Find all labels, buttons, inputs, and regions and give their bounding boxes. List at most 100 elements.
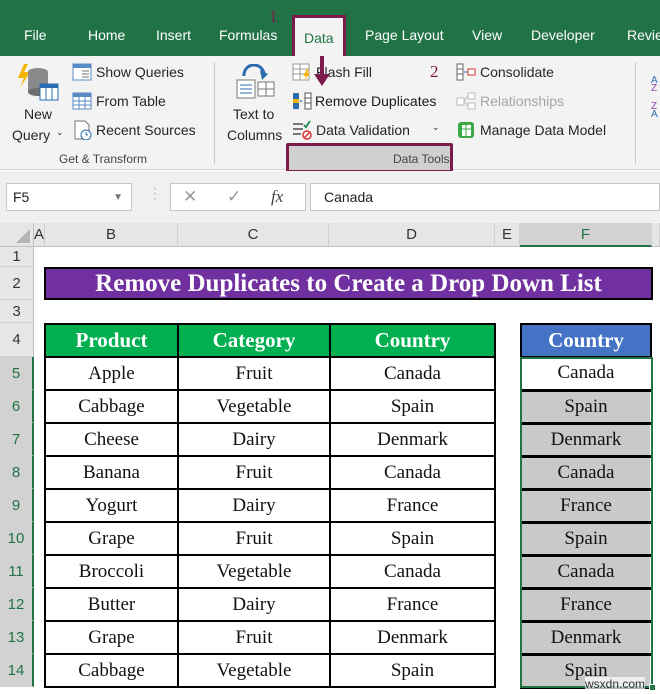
show-queries-button[interactable]: Show Queries <box>96 64 184 80</box>
tab-review[interactable]: Revie <box>627 27 660 43</box>
header-country[interactable]: Country <box>329 323 496 358</box>
cell-category[interactable]: Dairy <box>177 587 331 622</box>
cell-product[interactable]: Cabbage <box>44 653 179 688</box>
sheet-title[interactable]: Remove Duplicates to Create a Drop Down … <box>44 267 653 300</box>
row-header-2[interactable]: 2 <box>0 267 34 300</box>
new-query-button[interactable]: Query <box>12 127 50 143</box>
cell-country-list[interactable]: Spain <box>520 390 652 425</box>
cell-product[interactable]: Grape <box>44 620 179 655</box>
show-queries-icon <box>72 63 92 81</box>
row-header-8[interactable]: 8 <box>0 456 34 489</box>
header-category[interactable]: Category <box>177 323 331 358</box>
tab-insert[interactable]: Insert <box>156 27 191 43</box>
cell-category[interactable]: Fruit <box>177 356 331 391</box>
consolidate-button[interactable]: Consolidate <box>480 64 554 80</box>
header-product[interactable]: Product <box>44 323 179 358</box>
fill-handle[interactable] <box>649 684 656 691</box>
chevron-down-icon[interactable]: ⌄ <box>432 122 440 133</box>
cell-product[interactable]: Cheese <box>44 422 179 457</box>
tab-developer[interactable]: Developer <box>531 27 595 43</box>
cell-category[interactable]: Vegetable <box>177 389 331 424</box>
cell-country[interactable]: Spain <box>329 653 496 688</box>
row-header-10[interactable]: 10 <box>0 522 34 555</box>
resize-handle-icon[interactable]: ⋮ <box>148 185 162 202</box>
data-validation-button[interactable]: Data Validation <box>316 122 410 138</box>
manage-data-model-button[interactable]: Manage Data Model <box>480 122 606 138</box>
cell-country[interactable]: France <box>329 488 496 523</box>
cell-product[interactable]: Butter <box>44 587 179 622</box>
cell-country[interactable]: Spain <box>329 521 496 556</box>
cell-country-list[interactable]: Canada <box>520 555 652 590</box>
cell-country[interactable]: Spain <box>329 389 496 424</box>
cell-product[interactable]: Banana <box>44 455 179 490</box>
cell-product[interactable]: Cabbage <box>44 389 179 424</box>
cell-country-list[interactable]: France <box>520 588 652 623</box>
tab-page-layout[interactable]: Page Layout <box>365 27 444 43</box>
cell-country[interactable]: Denmark <box>329 422 496 457</box>
cell-product[interactable]: Yogurt <box>44 488 179 523</box>
column-header-a[interactable]: A <box>34 223 45 247</box>
enter-icon[interactable]: ✓ <box>227 187 241 207</box>
cell-country-list[interactable]: Denmark <box>520 621 652 656</box>
cell-country[interactable]: Canada <box>329 554 496 589</box>
tab-home[interactable]: Home <box>88 27 125 43</box>
from-table-button[interactable]: From Table <box>96 93 166 109</box>
text-to-columns-button[interactable]: Columns <box>227 127 282 143</box>
cell-country-list[interactable]: France <box>520 489 652 524</box>
row-header-14[interactable]: 14 <box>0 654 34 687</box>
select-all-button[interactable] <box>0 223 34 247</box>
cell-category[interactable]: Dairy <box>177 488 331 523</box>
cell-country-list[interactable]: Spain <box>520 522 652 557</box>
row-header-7[interactable]: 7 <box>0 423 34 456</box>
formula-input[interactable]: Canada <box>310 183 660 211</box>
cell-category[interactable]: Vegetable <box>177 653 331 688</box>
sort-icons[interactable]: A Z Z A <box>650 74 660 118</box>
column-header-d[interactable]: D <box>329 223 495 247</box>
cell-product[interactable]: Grape <box>44 521 179 556</box>
cell-country[interactable]: Canada <box>329 455 496 490</box>
cell-country-list[interactable]: Canada <box>520 456 652 491</box>
cell-category[interactable]: Vegetable <box>177 554 331 589</box>
tab-data[interactable]: Data <box>292 15 346 56</box>
name-box[interactable]: F5 ▼ <box>6 183 132 211</box>
cell-product[interactable]: Broccoli <box>44 554 179 589</box>
cell-category[interactable]: Fruit <box>177 455 331 490</box>
cell-country[interactable]: Denmark <box>329 620 496 655</box>
column-header-e[interactable]: E <box>495 223 520 247</box>
row-header-4[interactable]: 4 <box>0 323 34 357</box>
remove-duplicates-button[interactable]: Remove Duplicates <box>315 93 436 109</box>
cell-country-list[interactable]: Denmark <box>520 423 652 458</box>
cell-country[interactable]: France <box>329 587 496 622</box>
row-header-5[interactable]: 5 <box>0 357 34 390</box>
column-header-g[interactable] <box>652 223 660 247</box>
new-query-label-1[interactable]: New <box>24 106 52 122</box>
text-to-columns-label-1[interactable]: Text to <box>233 106 274 122</box>
insert-function-icon[interactable]: fx <box>271 187 283 207</box>
cell-country-list[interactable]: Canada <box>520 357 652 392</box>
row-header-1[interactable]: 1 <box>0 247 34 267</box>
header-country-list[interactable]: Country <box>520 323 652 358</box>
cell-country[interactable]: Canada <box>329 356 496 391</box>
row-header-3[interactable]: 3 <box>0 300 34 323</box>
chevron-down-icon[interactable]: ⌄ <box>56 127 64 138</box>
formula-buttons: ✕ ✓ fx <box>170 183 306 211</box>
cancel-icon[interactable]: ✕ <box>183 187 197 207</box>
relationships-button[interactable]: Relationships <box>480 93 564 109</box>
cell-product[interactable]: Apple <box>44 356 179 391</box>
row-header-12[interactable]: 12 <box>0 588 34 621</box>
cell-category[interactable]: Fruit <box>177 521 331 556</box>
row-header-13[interactable]: 13 <box>0 621 34 654</box>
column-header-c[interactable]: C <box>178 223 329 247</box>
tab-formulas[interactable]: Formulas <box>219 27 277 43</box>
cell-category[interactable]: Dairy <box>177 422 331 457</box>
column-header-f[interactable]: F <box>520 223 652 247</box>
tab-file[interactable]: File <box>24 27 47 43</box>
recent-sources-button[interactable]: Recent Sources <box>96 122 196 138</box>
row-header-9[interactable]: 9 <box>0 489 34 522</box>
chevron-down-icon[interactable]: ▼ <box>113 192 123 203</box>
cell-category[interactable]: Fruit <box>177 620 331 655</box>
column-header-b[interactable]: B <box>45 223 178 247</box>
row-header-11[interactable]: 11 <box>0 555 34 588</box>
tab-view[interactable]: View <box>472 27 502 43</box>
row-header-6[interactable]: 6 <box>0 390 34 423</box>
